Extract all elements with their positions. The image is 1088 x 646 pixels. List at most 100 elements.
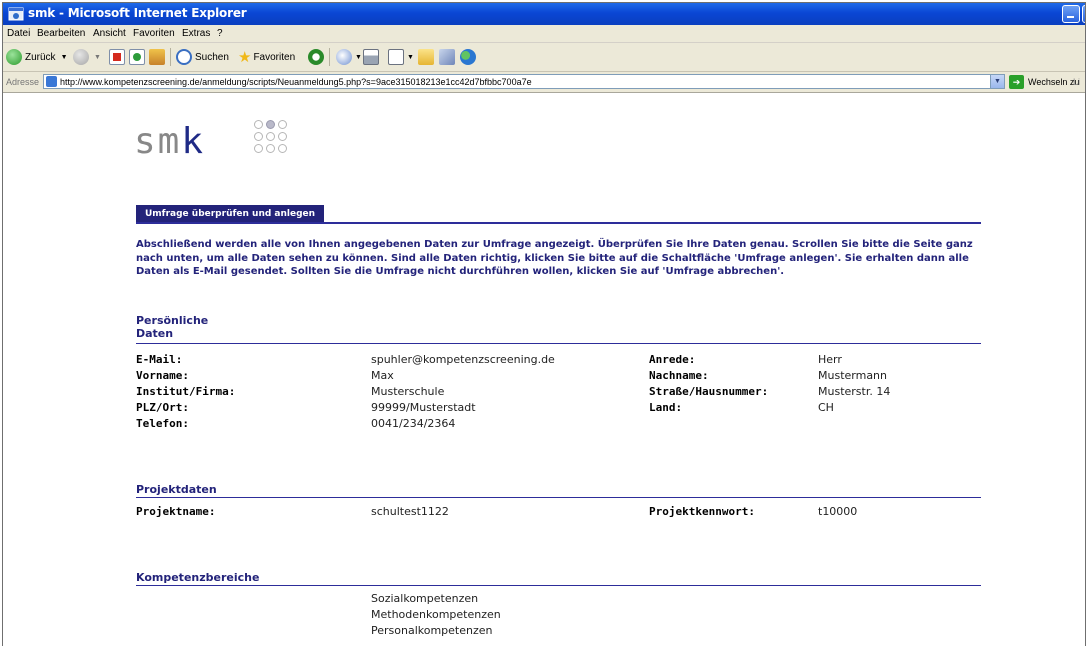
zip-value: 99999/Musterstadt [371, 401, 476, 414]
section-divider [136, 343, 981, 344]
research-icon [439, 49, 455, 65]
ie-icon [8, 7, 24, 21]
institute-label: Institut/Firma: [136, 385, 236, 398]
print-icon [363, 49, 379, 65]
refresh-icon [129, 49, 145, 65]
minimize-icon [1067, 16, 1074, 18]
toolbar-separator [329, 48, 330, 66]
title-bar: smk - Microsoft Internet Explorer [3, 3, 1085, 25]
search-label: Suchen [195, 51, 229, 63]
menu-bar: Datei Bearbeiten Ansicht Favoriten Extra… [3, 25, 1085, 43]
lastname-label: Nachname: [649, 369, 709, 382]
section-divider [136, 497, 981, 498]
favorites-button[interactable]: ★ Favoriten [238, 49, 296, 66]
menu-item-datei[interactable]: Datei [7, 28, 30, 39]
firstname-value: Max [371, 369, 394, 382]
edit-icon [388, 49, 404, 65]
personal-heading-line2: Daten [136, 327, 174, 340]
home-button[interactable] [149, 49, 168, 65]
country-label: Land: [649, 401, 683, 414]
section-divider [136, 585, 981, 586]
browser-window: smk - Microsoft Internet Explorer Datei … [2, 2, 1086, 646]
minimize-button[interactable] [1062, 5, 1080, 23]
star-icon: ★ [238, 49, 252, 66]
back-button[interactable]: Zurück ▼ [6, 49, 68, 65]
menu-item-favoriten[interactable]: Favoriten [133, 28, 175, 39]
maximize-button[interactable] [1082, 5, 1085, 23]
search-icon [176, 49, 192, 65]
salutation-value: Herr [818, 353, 842, 366]
phone-label: Telefon: [136, 417, 189, 430]
print-button[interactable] [363, 49, 382, 65]
history-icon [308, 49, 324, 65]
menu-item-bearbeiten[interactable]: Bearbeiten [37, 28, 85, 39]
tab-underline [136, 222, 981, 224]
forward-button[interactable]: ▼ [73, 49, 101, 65]
window-title: smk - Microsoft Internet Explorer [28, 6, 247, 20]
menu-item-ansicht[interactable]: Ansicht [93, 28, 126, 39]
go-arrow-icon: ➔ [1009, 74, 1024, 89]
phone-value: 0041/234/2364 [371, 417, 456, 430]
email-label: E-Mail: [136, 353, 183, 366]
mail-icon [336, 49, 352, 65]
address-input[interactable]: http://www.kompetenzscreening.de/anmeldu… [43, 74, 1005, 89]
stop-icon [109, 49, 125, 65]
chevron-down-icon: ▼ [94, 53, 101, 61]
competency-item: Methodenkompetenzen [371, 608, 501, 621]
page-icon [46, 76, 57, 87]
menu-item-extras[interactable]: Extras [182, 28, 210, 39]
project-password-label: Projektkennwort: [649, 505, 755, 518]
zip-label: PLZ/Ort: [136, 401, 189, 414]
country-value: CH [818, 401, 834, 414]
menu-item-help[interactable]: ? [217, 28, 223, 39]
go-label: Wechseln zu [1028, 76, 1080, 87]
salutation-label: Anrede: [649, 353, 696, 366]
favorites-label: Favoriten [253, 51, 296, 63]
folder-button[interactable] [418, 49, 437, 65]
project-name-value: schultest1122 [371, 505, 449, 518]
folder-icon [418, 49, 434, 65]
address-bar: Adresse http://www.kompetenzscreening.de… [3, 72, 1085, 93]
email-value: spuhler@kompetenzscreening.de [371, 353, 555, 366]
edit-button[interactable]: ▼ [388, 49, 414, 65]
chevron-down-icon: ▼ [994, 78, 1001, 85]
competency-item: Personalkompetenzen [371, 624, 493, 637]
back-label: Zurück [25, 51, 56, 63]
logo-dots-icon [254, 120, 288, 156]
lastname-value: Mustermann [818, 369, 888, 382]
logo-accent: k [181, 121, 206, 162]
address-url[interactable]: http://www.kompetenzscreening.de/anmeldu… [60, 77, 532, 87]
go-button[interactable]: ➔ Wechseln zu [1009, 74, 1079, 89]
tab-review-survey: Umfrage überprüfen und anlegen [136, 205, 325, 223]
refresh-button[interactable] [129, 49, 148, 65]
chevron-down-icon: ▼ [355, 53, 362, 61]
links-label[interactable]: Li [1073, 77, 1080, 87]
institute-value: Musterschule [371, 385, 445, 398]
logo-text: sm [134, 121, 182, 162]
intro-text: Abschließend werden alle von Ihnen angeg… [136, 239, 973, 277]
messenger-icon [460, 49, 476, 65]
research-button[interactable] [439, 49, 458, 65]
chevron-down-icon: ▼ [407, 53, 414, 61]
address-dropdown-button[interactable]: ▼ [990, 75, 1004, 88]
back-arrow-icon [6, 49, 22, 65]
project-name-label: Projektname: [136, 505, 216, 518]
smk-logo: smk [134, 121, 205, 162]
competency-item: Sozialkompetenzen [371, 592, 479, 605]
messenger-button[interactable] [460, 49, 479, 65]
home-icon [149, 49, 165, 65]
toolbar-separator [170, 48, 171, 66]
forward-arrow-icon [73, 49, 89, 65]
right-border [1085, 93, 1086, 646]
street-label: Straße/Hausnummer: [649, 385, 769, 398]
firstname-label: Vorname: [136, 369, 189, 382]
stop-button[interactable] [109, 49, 128, 65]
history-button[interactable] [308, 49, 327, 65]
search-button[interactable]: Suchen [176, 49, 229, 65]
address-label: Adresse [6, 77, 40, 87]
personal-data-heading: Persönliche Daten [136, 314, 208, 340]
personal-heading-line1: Persönliche [136, 314, 209, 327]
project-password-value: t10000 [818, 505, 858, 518]
mail-button[interactable]: ▼ [336, 49, 362, 65]
street-value: Musterstr. 14 [818, 385, 891, 398]
